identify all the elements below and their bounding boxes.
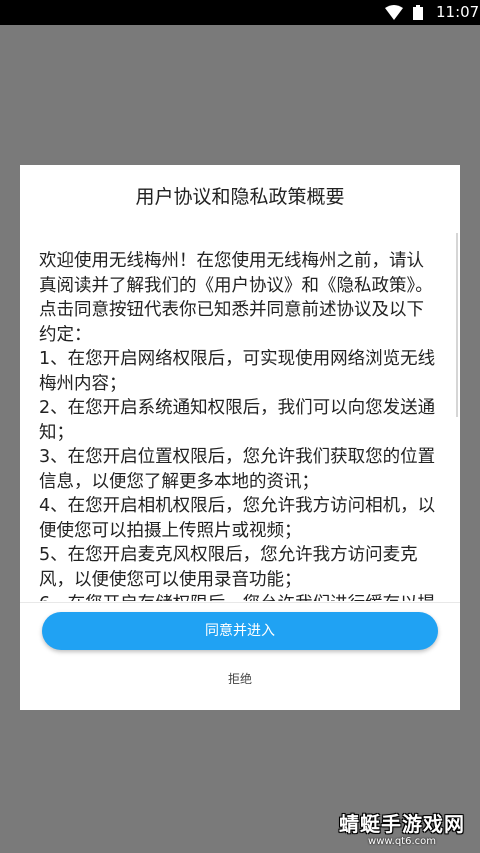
agreement-paragraph: 1、在您开启网络权限后，可实现使用网络浏览无线梅州内容； [39, 349, 436, 394]
status-time: 11:07 [436, 3, 480, 21]
site-watermark: 蜻蜓手游戏网 www.qt6.com [332, 812, 472, 850]
agreement-paragraph: 欢迎使用无线梅州！在您使用无线梅州之前，请认真阅读并了解我们的《用户协议》和《隐… [39, 251, 433, 296]
battery-icon [413, 5, 423, 20]
wifi-icon [385, 5, 403, 20]
privacy-dialog: 用户协议和隐私政策概要 欢迎使用无线梅州！在您使用无线梅州之前，请认真阅读并了解… [20, 165, 460, 710]
watermark-text: 蜻蜓手游戏网 [339, 812, 465, 836]
scrollbar[interactable] [456, 233, 458, 417]
agreement-paragraph: 3、在您开启位置权限后，您允许我们获取您的位置信息，以便您了解更多本地的资讯； [39, 447, 436, 492]
agreement-text-scroll[interactable]: 欢迎使用无线梅州！在您使用无线梅州之前，请认真阅读并了解我们的《用户协议》和《隐… [39, 249, 439, 601]
agreement-paragraph: 2、在您开启系统通知权限后，我们可以向您发送通知； [39, 398, 436, 443]
agree-button[interactable]: 同意并进入 [42, 612, 438, 650]
divider [20, 602, 460, 603]
agreement-paragraph: 点击同意按钮代表你已知悉并同意前述协议及以下约定： [39, 300, 424, 345]
watermark-url: www.qt6.com [368, 836, 436, 847]
dialog-title: 用户协议和隐私政策概要 [135, 186, 345, 208]
refuse-button[interactable]: 拒绝 [190, 670, 290, 688]
agreement-paragraph: 6、在您开启存储权限后，您允许我们进行缓存以提升您的浏览视频、资讯内容的体验； [39, 592, 439, 601]
agreement-paragraph: 4、在您开启相机权限后，您允许我方访问相机，以便使您可以拍摄上传照片或视频； [39, 496, 436, 541]
agreement-paragraph: 5、在您开启麦克风权限后，您允许我方访问麦克风，以便使您可以使用录音功能； [39, 545, 418, 590]
status-bar: 11:07 [0, 0, 480, 25]
